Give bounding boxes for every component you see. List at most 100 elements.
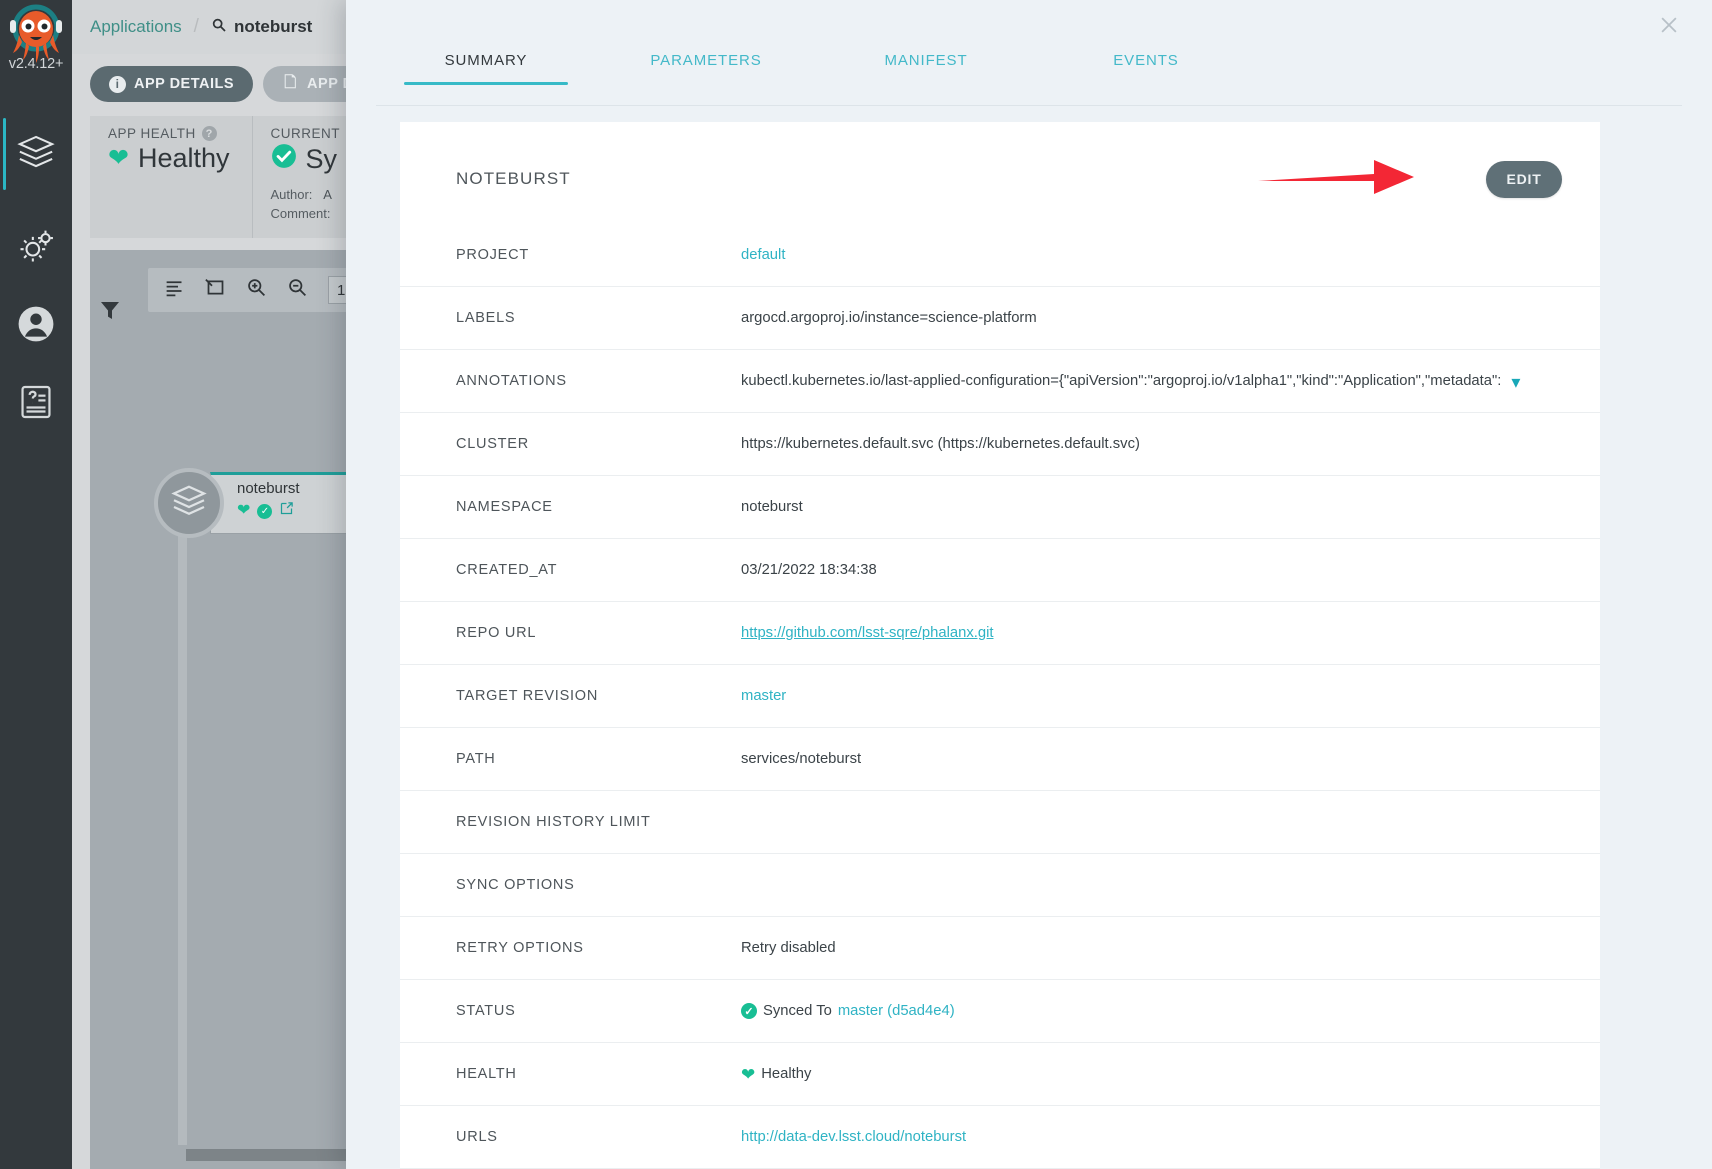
row-health: HEALTH ❤ Healthy [400,1043,1600,1106]
filter-toggle-button[interactable] [98,298,122,327]
row-labels: LABELS argocd.argoproj.io/instance=scien… [400,287,1600,350]
target-revision-link[interactable]: master [741,688,786,704]
left-nav-rail: v2.4.12+ [0,0,72,1169]
user-avatar-icon [17,305,55,348]
field-key: TARGET REVISION [456,688,741,704]
field-value: default [741,247,785,263]
fit-to-screen-icon[interactable] [205,277,226,303]
current-sync-label: CURRENT [271,126,341,141]
field-value: ❤ Healthy [741,1066,811,1083]
layers-stack-icon [171,483,207,524]
graph-vertical-scrollbar[interactable] [178,500,187,1145]
tab-summary[interactable]: SUMMARY [376,52,596,84]
summary-field-list: PROJECT default LABELS argocd.argoproj.i… [400,224,1600,1169]
node-kind-icon-wrapper [154,468,224,538]
search-icon [211,17,227,38]
row-urls: URLs http://data-dev.lsst.cloud/noteburs… [400,1106,1600,1169]
sync-comment-label: Comment: [271,206,331,221]
help-book-icon [17,383,55,426]
summary-card: NOTEBURST EDIT PROJECT default LABELS ar… [400,122,1600,1169]
chevron-down-icon[interactable]: ▾ [1511,371,1520,391]
sync-check-icon [271,143,297,176]
field-value: master [741,688,786,704]
app-details-button[interactable]: i APP DETAILS [90,66,253,102]
row-project: PROJECT default [400,224,1600,287]
field-key: SYNC OPTIONS [456,877,741,893]
layers-stack-icon [17,133,55,176]
field-key: CLUSTER [456,436,741,452]
sync-check-icon: ✓ [741,1003,757,1019]
app-health-label: APP HEALTH [108,126,196,141]
row-annotations: ANNOTATIONS kubectl.kubernetes.io/last-a… [400,350,1600,413]
row-revision-history-limit: REVISION HISTORY LIMIT [400,791,1600,854]
field-key: RETRY OPTIONS [456,940,741,956]
field-value: 03/21/2022 18:34:38 [741,562,877,578]
info-icon: i [109,76,126,93]
page-title: NOTEBURST [456,169,571,189]
field-value: https://kubernetes.default.svc (https://… [741,436,1140,452]
row-namespace: NAMESPACE noteburst [400,476,1600,539]
current-sync-value: Sy [306,144,338,175]
gears-icon [17,227,55,270]
app-health-value: Healthy [138,143,230,174]
sidebar-item-settings[interactable] [0,212,72,284]
field-key: NAMESPACE [456,499,741,515]
sync-check-icon: ✓ [257,504,272,519]
annotations-text: kubectl.kubernetes.io/last-applied-confi… [741,373,1501,389]
tab-events[interactable]: EVENTS [1036,52,1256,84]
app-health-value-row: ❤ Healthy [108,143,230,174]
field-value: Retry disabled [741,940,836,956]
field-value: ✓ Synced To master (d5ad4e4) [741,1003,955,1019]
close-drawer-button[interactable] [1654,12,1684,42]
field-key: PATH [456,751,741,767]
external-link-icon[interactable] [279,501,294,521]
field-key: ANNOTATIONS [456,373,741,389]
field-key: CREATED_AT [456,562,741,578]
app-url-link[interactable]: http://data-dev.lsst.cloud/noteburst [741,1129,966,1145]
field-value: https://github.com/lsst-sqre/phalanx.git [741,625,994,641]
field-key: HEALTH [456,1066,741,1082]
drawer-tabs: SUMMARY PARAMETERS MANIFEST EVENTS [376,52,1682,106]
status-text: Synced To [763,1003,832,1019]
zoom-out-icon[interactable] [287,277,308,303]
tab-parameters[interactable]: PARAMETERS [596,52,816,84]
row-sync-options: SYNC OPTIONS [400,854,1600,917]
zoom-in-icon[interactable] [246,277,267,303]
list-view-icon[interactable] [164,277,185,303]
app-details-label: APP DETAILS [134,76,234,92]
app-health-label-row: APP HEALTH ? [108,126,230,141]
sidebar-item-user-info[interactable] [0,290,72,362]
row-created-at: CREATED_AT 03/21/2022 18:34:38 [400,539,1600,602]
breadcrumb-applications[interactable]: Applications [90,17,182,37]
row-cluster: CLUSTER https://kubernetes.default.svc (… [400,413,1600,476]
version-label: v2.4.12+ [0,56,72,72]
app-status-strip: APP HEALTH ? ❤ Healthy CURRENT [90,116,362,238]
heart-icon: ❤ [741,1066,755,1083]
breadcrumb-current-app: noteburst [211,17,312,38]
project-link[interactable]: default [741,247,785,263]
health-text: Healthy [761,1066,811,1082]
row-retry-options: RETRY OPTIONS Retry disabled [400,917,1600,980]
row-status: STATUS ✓ Synced To master (d5ad4e4) [400,980,1600,1043]
app-health-card: APP HEALTH ? ❤ Healthy [90,116,253,238]
application-details-drawer: SUMMARY PARAMETERS MANIFEST EVENTS NOTEB… [346,0,1712,1169]
sidebar-item-applications[interactable] [0,118,72,190]
sync-author-value: A [323,187,332,202]
close-icon [1658,14,1680,41]
edit-button[interactable]: EDIT [1486,161,1562,198]
field-key: LABELS [456,310,741,326]
field-value: http://data-dev.lsst.cloud/noteburst [741,1129,966,1145]
breadcrumb-current-label: noteburst [234,17,312,37]
sync-author-line: Author: A Comment: [271,186,341,224]
tab-manifest[interactable]: MANIFEST [816,52,1036,84]
status-revision-link[interactable]: master (d5ad4e4) [838,1003,955,1019]
funnel-filter-icon [98,309,122,326]
field-value: noteburst [741,499,803,515]
repo-url-link[interactable]: https://github.com/lsst-sqre/phalanx.git [741,625,994,641]
help-icon[interactable]: ? [202,126,217,141]
summary-card-header: NOTEBURST EDIT [400,156,1600,202]
diff-file-icon: 🗋 [282,76,299,93]
sidebar-item-documentation[interactable] [0,368,72,440]
row-target-revision: TARGET REVISION master [400,665,1600,728]
field-key: REVISION HISTORY LIMIT [456,814,741,830]
